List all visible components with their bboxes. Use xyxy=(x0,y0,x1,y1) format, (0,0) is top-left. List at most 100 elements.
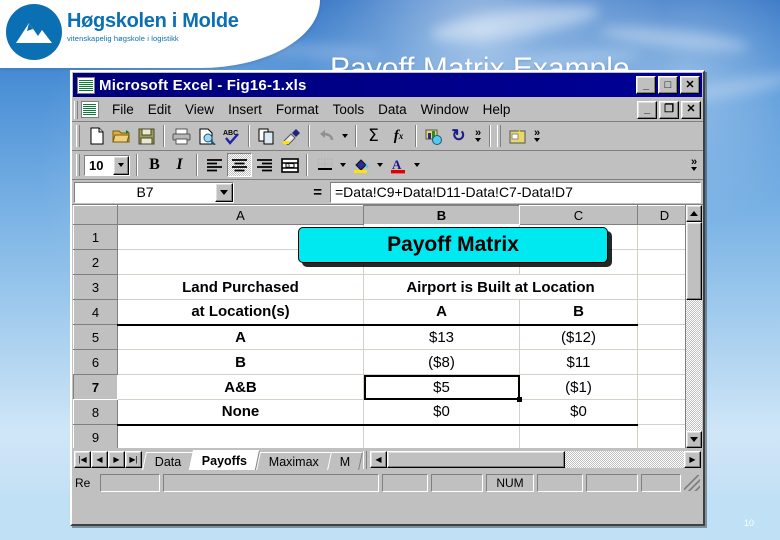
print-icon[interactable] xyxy=(169,124,194,148)
borders-icon[interactable] xyxy=(312,153,337,177)
vertical-scrollbar-track[interactable] xyxy=(686,300,702,431)
cell-a3[interactable]: Land Purchased xyxy=(117,274,364,300)
menu-item-file[interactable]: File xyxy=(105,100,141,119)
sheet-tab-payoffs[interactable]: Payoffs xyxy=(189,449,261,470)
open-icon[interactable] xyxy=(109,124,134,148)
row-header-5[interactable]: 5 xyxy=(73,324,118,350)
menu-item-format[interactable]: Format xyxy=(269,100,326,119)
scroll-down-button[interactable] xyxy=(686,431,702,448)
print-preview-icon[interactable] xyxy=(194,124,219,148)
bold-button[interactable]: B xyxy=(142,153,167,177)
column-header-a[interactable]: A xyxy=(117,205,364,225)
name-box[interactable]: B7 xyxy=(74,181,234,203)
row-header-6[interactable]: 6 xyxy=(73,349,118,375)
cell-b6[interactable]: ($8) xyxy=(363,349,520,375)
scroll-up-button[interactable] xyxy=(686,205,702,222)
row-header-2[interactable]: 2 xyxy=(73,249,118,275)
map-icon[interactable] xyxy=(505,124,530,148)
worksheet-grid[interactable]: A B C D 1 2 3 Land Purchased Airport is … xyxy=(73,205,685,448)
horizontal-scrollbar[interactable] xyxy=(387,451,684,468)
cell-a5[interactable]: A xyxy=(117,324,364,350)
align-center-icon[interactable] xyxy=(227,153,252,177)
row-header-8[interactable]: 8 xyxy=(73,399,118,425)
tab-split-handle[interactable] xyxy=(363,450,367,469)
font-size-combobox[interactable]: 10 xyxy=(84,154,130,176)
save-icon[interactable] xyxy=(134,124,159,148)
cell-c4[interactable]: B xyxy=(519,299,638,326)
formatting-toolbar-more-button[interactable]: » xyxy=(687,153,701,177)
font-color-dropdown-arrow[interactable] xyxy=(411,153,423,177)
cell-d9[interactable] xyxy=(637,424,685,448)
cell-b9[interactable] xyxy=(363,424,520,448)
horizontal-scrollbar-track[interactable] xyxy=(565,451,684,468)
menu-item-help[interactable]: Help xyxy=(476,100,518,119)
copy-icon[interactable] xyxy=(254,124,279,148)
cell-c9[interactable] xyxy=(519,424,638,448)
last-sheet-button[interactable]: ▶| xyxy=(125,451,142,468)
standard-toolbar-more-button[interactable]: » xyxy=(471,124,485,148)
document-restore-button[interactable]: ❐ xyxy=(659,100,679,119)
align-left-icon[interactable] xyxy=(202,153,227,177)
column-header-b[interactable]: B xyxy=(363,205,520,225)
menu-item-edit[interactable]: Edit xyxy=(141,100,178,119)
cell-b7[interactable]: $5 xyxy=(363,374,522,402)
cell-d2[interactable] xyxy=(637,249,685,275)
cell-c8[interactable]: $0 xyxy=(519,399,638,426)
fill-color-dropdown-arrow[interactable] xyxy=(374,153,386,177)
chevron-down-icon[interactable] xyxy=(215,182,233,202)
sheet-tab-m[interactable]: M xyxy=(326,451,363,470)
borders-dropdown-arrow[interactable] xyxy=(337,153,349,177)
paste-function-icon[interactable]: fx xyxy=(386,124,411,148)
menu-item-view[interactable]: View xyxy=(178,100,221,119)
maximize-button[interactable]: □ xyxy=(658,76,678,94)
cell-b4[interactable]: A xyxy=(363,299,520,326)
close-button[interactable]: ✕ xyxy=(680,76,700,94)
payoff-matrix-banner[interactable]: Payoff Matrix xyxy=(298,227,608,263)
column-header-c[interactable]: C xyxy=(519,205,638,225)
font-color-icon[interactable]: A xyxy=(386,153,411,177)
sheet-tab-maximax[interactable]: Maximax xyxy=(255,451,332,470)
cell-a7[interactable]: A&B xyxy=(117,374,364,400)
cell-d5[interactable] xyxy=(637,324,685,350)
vertical-scrollbar-thumb[interactable] xyxy=(686,222,702,300)
document-close-button[interactable]: ✕ xyxy=(681,100,701,119)
row-header-4[interactable]: 4 xyxy=(73,299,118,325)
row-header-3[interactable]: 3 xyxy=(73,274,118,300)
hscroll-left-button[interactable]: ◀ xyxy=(370,451,387,468)
format-painter-icon[interactable] xyxy=(279,124,304,148)
autosum-icon[interactable]: Σ xyxy=(361,124,386,148)
horizontal-scrollbar-thumb[interactable] xyxy=(387,451,565,468)
window-title-bar[interactable]: Microsoft Excel - Fig16-1.xls _ □ ✕ xyxy=(73,73,702,97)
document-minimize-button[interactable]: _ xyxy=(637,100,657,119)
menu-item-data[interactable]: Data xyxy=(371,100,414,119)
toolbar-drag-grip[interactable] xyxy=(497,125,501,147)
formula-equals-button[interactable]: = xyxy=(234,182,330,203)
undo-icon[interactable] xyxy=(314,124,339,148)
cell-d7[interactable] xyxy=(637,374,685,400)
cell-c6[interactable]: $11 xyxy=(519,349,638,375)
refresh-icon[interactable]: ↻ xyxy=(446,124,471,148)
cell-b5[interactable]: $13 xyxy=(363,324,520,350)
menu-item-insert[interactable]: Insert xyxy=(221,100,269,119)
cell-d8[interactable] xyxy=(637,399,685,425)
new-icon[interactable] xyxy=(84,124,109,148)
next-sheet-button[interactable]: ▶ xyxy=(108,451,125,468)
previous-sheet-button[interactable]: ◀ xyxy=(91,451,108,468)
toolbar-drag-grip[interactable] xyxy=(76,154,80,176)
excel-document-icon[interactable] xyxy=(81,101,99,118)
first-sheet-button[interactable]: |◀ xyxy=(74,451,91,468)
chart-wizard-icon[interactable] xyxy=(421,124,446,148)
italic-button[interactable]: I xyxy=(167,153,192,177)
select-all-corner[interactable] xyxy=(73,205,118,225)
chevron-down-icon[interactable] xyxy=(113,155,129,175)
cell-a9[interactable] xyxy=(117,424,364,448)
menu-item-tools[interactable]: Tools xyxy=(326,100,372,119)
align-right-icon[interactable] xyxy=(252,153,277,177)
formula-input[interactable]: =Data!C9+Data!D11-Data!C7-Data!D7 xyxy=(330,181,701,203)
cell-b3[interactable]: Airport is Built at Location xyxy=(363,274,638,300)
undo-dropdown-arrow[interactable] xyxy=(339,124,351,148)
menu-item-window[interactable]: Window xyxy=(414,100,476,119)
toolbar-drag-grip[interactable] xyxy=(76,125,80,147)
column-header-d[interactable]: D xyxy=(637,205,685,225)
merge-and-center-icon[interactable]: a xyxy=(277,153,302,177)
